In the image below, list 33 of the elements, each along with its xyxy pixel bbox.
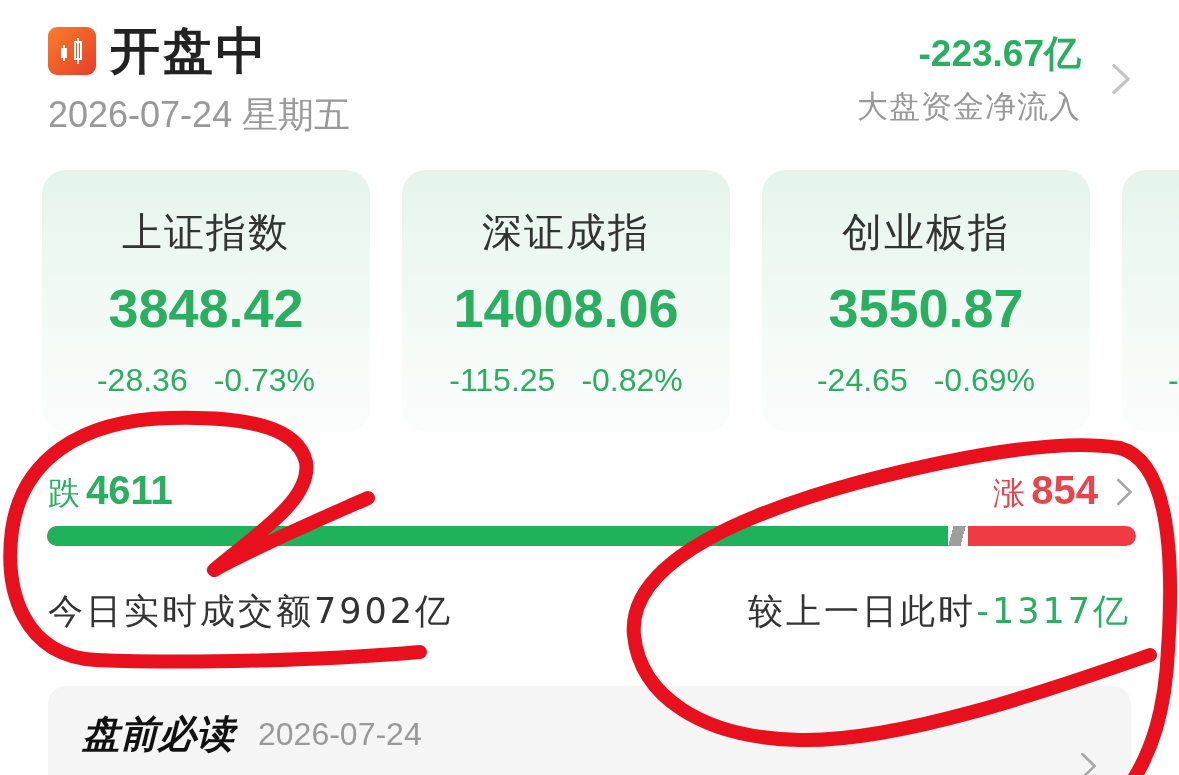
- chevron-right-icon[interactable]: [1080, 752, 1097, 775]
- candlestick-icon: [48, 27, 96, 75]
- index-name: 创业板指: [841, 208, 1011, 256]
- net-inflow-amount: -223.67亿: [918, 33, 1081, 75]
- premarket-card[interactable]: 盘前必读 2026-07-24: [48, 686, 1131, 775]
- index-change: -115.25: [449, 361, 556, 400]
- chevron-right-icon[interactable]: [1116, 478, 1133, 506]
- advancers-label: 涨: [993, 473, 1026, 514]
- trading-date: 2026-07-24 星期五: [48, 94, 351, 136]
- turnover-compare-value: -1317亿: [976, 590, 1131, 632]
- turnover-compare-label: 较上一日此时: [748, 590, 977, 632]
- index-change: -: [1168, 361, 1179, 400]
- index-change-percent: -0.69%: [933, 361, 1036, 400]
- market-status-title: 开盘中: [110, 22, 269, 80]
- net-inflow-label: 大盘资金净流入: [857, 87, 1081, 125]
- index-change-percent: -0.73%: [213, 361, 316, 400]
- decliners-count: 4611: [86, 468, 173, 513]
- index-card[interactable]: 深证成指 14008.06 -115.25 -0.82%: [402, 170, 730, 432]
- index-value: 3550.87: [827, 278, 1025, 338]
- chevron-right-icon[interactable]: [1111, 63, 1131, 95]
- index-card[interactable]: 创业板指 3550.87 -24.65 -0.69%: [762, 170, 1090, 432]
- turnover-text: 今日实时成交额7902亿: [48, 590, 454, 632]
- index-change-percent: -0.82%: [581, 361, 683, 400]
- index-change: -24.65: [816, 361, 908, 400]
- index-change: -28.36: [96, 361, 188, 400]
- index-name: 上证指数: [121, 208, 291, 256]
- decliners-label: 跌: [48, 473, 80, 514]
- index-card[interactable]: 上证指数 3848.42 -28.36 -0.73%: [42, 170, 370, 432]
- index-name: 深证成指: [481, 208, 651, 256]
- premarket-date: 2026-07-24: [258, 715, 422, 754]
- index-value: 14008.06: [452, 278, 680, 338]
- advancers-count: 854: [1031, 468, 1098, 513]
- index-value: 3848.42: [107, 278, 305, 338]
